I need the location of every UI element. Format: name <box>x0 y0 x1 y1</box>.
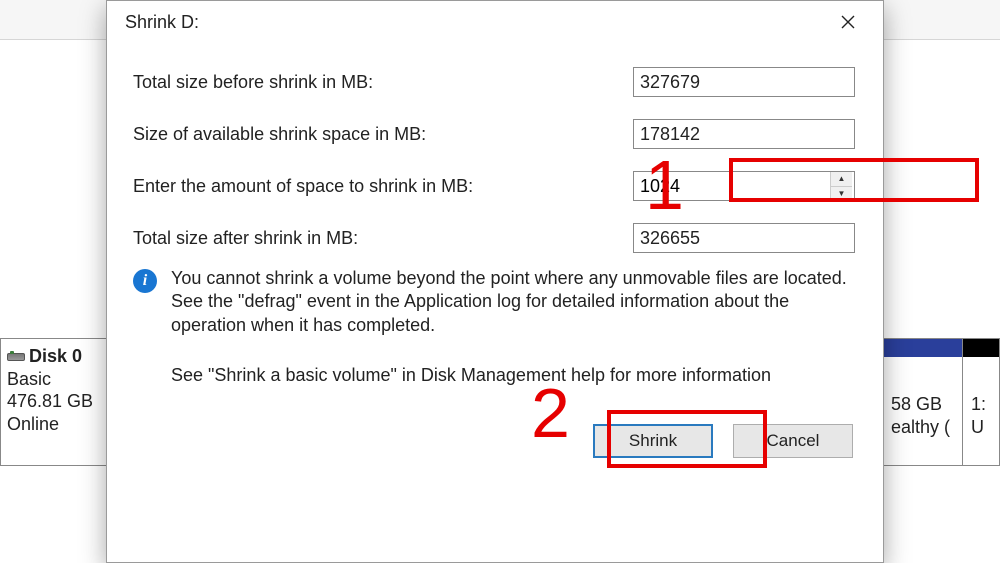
partition-status: ealthy ( <box>891 416 956 439</box>
button-row: Shrink Cancel <box>133 424 857 458</box>
dialog-content: Total size before shrink in MB: 327679 S… <box>107 43 883 468</box>
shrink-volume-dialog: Shrink D: Total size before shrink in MB… <box>106 0 884 563</box>
row-total-before: Total size before shrink in MB: 327679 <box>133 67 857 97</box>
help-text: See "Shrink a basic volume" in Disk Mana… <box>171 365 857 386</box>
cancel-button[interactable]: Cancel <box>733 424 853 458</box>
disk-icon <box>7 353 25 361</box>
shrink-button[interactable]: Shrink <box>593 424 713 458</box>
close-button[interactable] <box>825 6 871 38</box>
partition-cell[interactable]: 58 GB ealthy ( <box>883 339 963 465</box>
partition-cell[interactable]: 1: U <box>963 339 999 465</box>
value-total-after: 326655 <box>633 223 855 253</box>
row-available: Size of available shrink space in MB: 17… <box>133 119 857 149</box>
disk-name: Disk 0 <box>29 346 82 366</box>
row-total-after: Total size after shrink in MB: 326655 <box>133 223 857 253</box>
close-icon <box>841 15 855 29</box>
shrink-amount-input[interactable] <box>634 172 830 200</box>
partition-stripe <box>883 339 962 357</box>
label-total-before: Total size before shrink in MB: <box>133 72 633 93</box>
titlebar: Shrink D: <box>107 1 883 43</box>
partition-line1: 1: <box>971 393 993 416</box>
info-text: You cannot shrink a volume beyond the po… <box>171 267 857 337</box>
label-available: Size of available shrink space in MB: <box>133 124 633 145</box>
partition-line2: U <box>971 416 993 439</box>
spinner-down-button[interactable]: ▼ <box>831 187 852 201</box>
value-available: 178142 <box>633 119 855 149</box>
label-total-after: Total size after shrink in MB: <box>133 228 633 249</box>
info-block: i You cannot shrink a volume beyond the … <box>133 267 857 337</box>
label-enter-amount: Enter the amount of space to shrink in M… <box>133 176 633 197</box>
value-total-before: 327679 <box>633 67 855 97</box>
shrink-amount-spinner[interactable]: ▲ ▼ <box>633 171 855 201</box>
info-icon: i <box>133 269 157 293</box>
row-enter-amount: Enter the amount of space to shrink in M… <box>133 171 857 201</box>
dialog-title: Shrink D: <box>125 12 199 33</box>
spinner-up-button[interactable]: ▲ <box>831 172 852 187</box>
partition-stripe <box>963 339 999 357</box>
partition-size: 58 GB <box>891 393 956 416</box>
